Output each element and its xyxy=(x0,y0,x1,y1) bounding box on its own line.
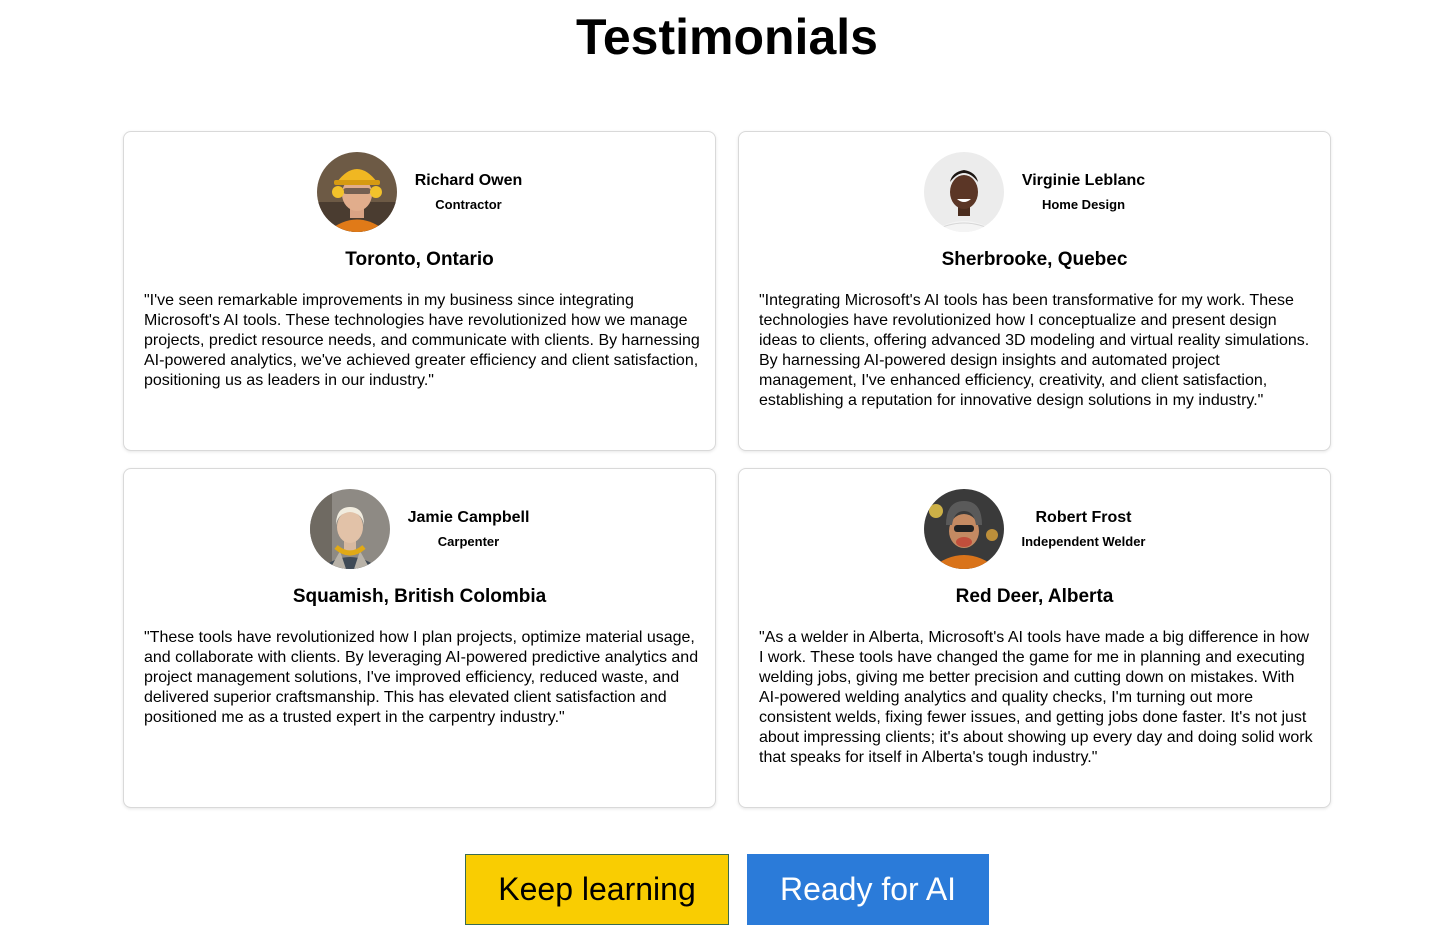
person-name: Jamie Campbell xyxy=(407,508,530,526)
person-location: Red Deer, Alberta xyxy=(955,586,1114,607)
testimonial-header: Virginie Leblanc Home Design xyxy=(739,151,1330,233)
testimonial-card: Jamie Campbell Carpenter Squamish, Briti… xyxy=(123,468,716,808)
person-role: Independent Welder xyxy=(1021,533,1146,549)
testimonial-card: Richard Owen Contractor Toronto, Ontario… xyxy=(123,131,716,451)
person-location: Toronto, Ontario xyxy=(345,249,494,270)
person-info: Jamie Campbell Carpenter xyxy=(408,508,530,551)
testimonial-header: Robert Frost Independent Welder xyxy=(739,488,1330,570)
testimonial-quote: "I've seen remarkable improvements in my… xyxy=(144,292,700,389)
person-role: Home Design xyxy=(1041,196,1126,212)
person-info: Richard Owen Contractor xyxy=(415,171,523,214)
person-location: Sherbrooke, Quebec xyxy=(941,249,1128,270)
avatar xyxy=(309,489,390,569)
avatar xyxy=(316,152,397,232)
person-name: Virginie Leblanc xyxy=(1021,171,1146,189)
testimonial-quote: "As a welder in Alberta, Microsoft's AI … xyxy=(759,629,1313,766)
testimonial-header: Richard Owen Contractor xyxy=(124,151,715,233)
ready-for-ai-button[interactable]: Ready for AI xyxy=(747,854,989,925)
testimonial-quote: "These tools have revolutionized how I p… xyxy=(144,629,699,726)
testimonial-card: Robert Frost Independent Welder Red Deer… xyxy=(738,468,1331,808)
person-name: Robert Frost xyxy=(1035,508,1132,526)
testimonial-header: Jamie Campbell Carpenter xyxy=(124,488,715,570)
person-role: Carpenter xyxy=(437,533,500,549)
testimonial-quote: "Integrating Microsoft's AI tools has be… xyxy=(759,292,1310,409)
avatar xyxy=(923,489,1004,569)
testimonial-card: Virginie Leblanc Home Design Sherbrooke,… xyxy=(738,131,1331,451)
person-info: Virginie Leblanc Home Design xyxy=(1022,171,1145,214)
person-info: Robert Frost Independent Welder xyxy=(1022,508,1146,551)
avatar xyxy=(923,152,1004,232)
person-role: Contractor xyxy=(435,196,502,212)
page-title: Testimonials xyxy=(576,9,878,65)
keep-learning-button[interactable]: Keep learning xyxy=(465,854,729,925)
testimonials-page: Testimonials Richard Owen Contractor Tor… xyxy=(0,0,1454,934)
person-name: Richard Owen xyxy=(414,171,523,189)
person-location: Squamish, British Colombia xyxy=(292,586,547,607)
